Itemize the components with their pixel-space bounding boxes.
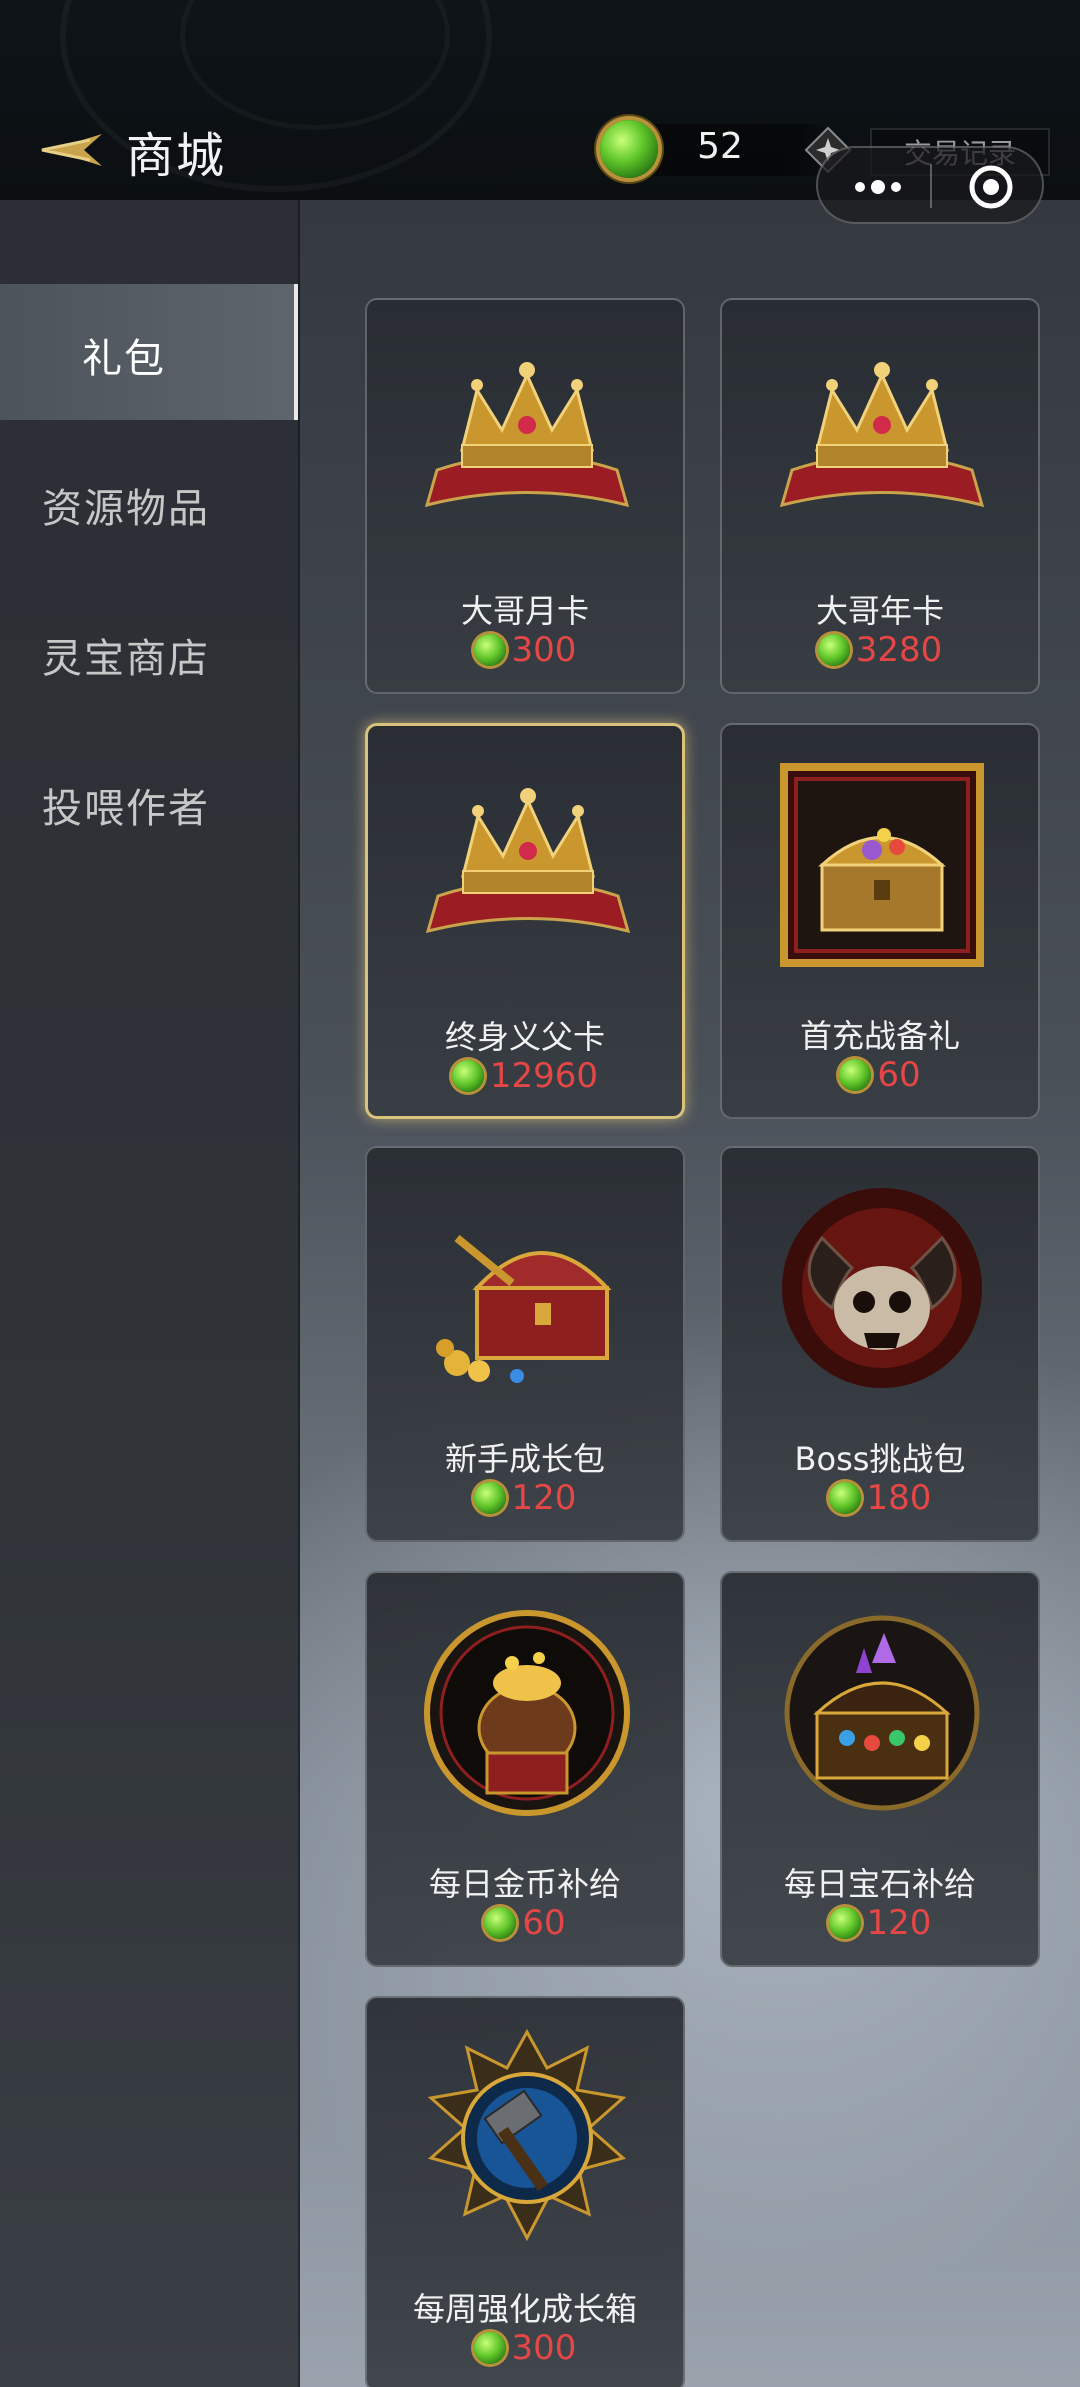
currency-value: 52 <box>697 126 743 167</box>
product-card[interactable]: 首充战备礼 60 <box>720 723 1040 1119</box>
price-value: 120 <box>866 1903 932 1943</box>
jade-gem-icon <box>451 1060 484 1092</box>
product-price: 120 <box>367 1478 683 1518</box>
product-price: 60 <box>722 1055 1038 1095</box>
price-value: 300 <box>511 2328 577 2368</box>
product-card[interactable]: Boss挑战包 180 <box>720 1146 1040 1542</box>
price-value: 60 <box>522 1903 566 1943</box>
capsule-divider <box>930 164 932 208</box>
product-price: 300 <box>367 630 683 670</box>
crown-icon <box>424 362 630 508</box>
more-menu-button[interactable] <box>848 170 928 204</box>
product-name: Boss挑战包 <box>794 1440 966 1478</box>
price-value: 300 <box>511 630 577 670</box>
crown-icon <box>779 362 985 508</box>
price-value: 60 <box>877 1055 921 1095</box>
back-arrow-icon <box>41 134 102 166</box>
sidebar-item-label: 灵宝商店 <box>42 636 210 682</box>
jade-gem-icon <box>473 634 506 666</box>
target-close-icon <box>969 165 1013 209</box>
price-value: 3280 <box>855 630 943 670</box>
category-sidebar: 礼包 资源物品 灵宝商店 投喂作者 <box>0 200 300 2387</box>
hammer-emblem-icon <box>427 2028 627 2242</box>
price-value: 180 <box>866 1478 932 1518</box>
product-price: 3280 <box>722 630 1038 670</box>
product-name: 大哥年卡 <box>815 592 944 630</box>
back-button[interactable] <box>28 120 108 180</box>
jade-gem-icon <box>473 2332 506 2364</box>
product-price: 12960 <box>368 1056 682 1096</box>
price-value: 120 <box>511 1478 577 1518</box>
product-name: 首充战备礼 <box>799 1017 960 1055</box>
close-miniprogram-button[interactable] <box>966 162 1016 212</box>
jade-gem-icon <box>473 1482 506 1514</box>
product-name: 每日宝石补给 <box>783 1865 976 1903</box>
jade-gem-icon <box>828 1482 861 1514</box>
treasure-chest-icon <box>436 1234 612 1383</box>
product-card[interactable]: 每日金币补给 60 <box>365 1571 685 1967</box>
jade-gem-icon <box>828 1907 861 1939</box>
gold-bag-icon <box>424 1610 630 1816</box>
product-card[interactable]: 大哥年卡 3280 <box>720 298 1040 694</box>
miniprogram-capsule <box>816 146 1044 224</box>
demon-skull-icon <box>782 1188 982 1388</box>
shop-page: 商城 52 交易记录 <box>0 0 1080 2387</box>
product-card-selected[interactable]: 终身义父卡 12960 <box>365 723 685 1119</box>
product-name: 每周强化成长箱 <box>412 2290 637 2328</box>
price-value: 12960 <box>489 1056 599 1096</box>
sidebar-item-label: 投喂作者 <box>42 786 210 832</box>
product-card[interactable]: 每周强化成长箱 300 <box>365 1996 685 2387</box>
product-card[interactable]: 大哥月卡 300 <box>365 298 685 694</box>
product-price: 300 <box>367 2328 683 2368</box>
jade-gem-icon <box>600 120 658 178</box>
sidebar-item-gift-packs[interactable]: 礼包 <box>0 284 298 420</box>
product-card[interactable]: 每日宝石补给 120 <box>720 1571 1040 1967</box>
jade-gem-icon <box>817 634 850 666</box>
product-name: 终身义父卡 <box>444 1018 605 1056</box>
sidebar-item-label: 礼包 <box>82 336 166 382</box>
sidebar-item-resources[interactable]: 资源物品 <box>0 434 298 570</box>
crown-icon <box>425 788 631 934</box>
jade-gem-icon <box>839 1059 872 1091</box>
treasure-chest-icon <box>780 763 984 967</box>
product-name: 每日金币补给 <box>428 1865 621 1903</box>
product-price: 180 <box>722 1478 1038 1518</box>
more-dots-icon <box>855 180 901 194</box>
jade-gem-icon <box>484 1907 517 1939</box>
gem-chest-icon <box>784 1615 980 1811</box>
product-card[interactable]: 新手成长包 120 <box>365 1146 685 1542</box>
product-name: 新手成长包 <box>444 1440 605 1478</box>
product-price: 120 <box>722 1903 1038 1943</box>
sidebar-item-feed-author[interactable]: 投喂作者 <box>0 734 298 870</box>
product-price: 60 <box>367 1903 683 1943</box>
sidebar-item-label: 资源物品 <box>42 486 210 532</box>
sidebar-item-lingbao-shop[interactable]: 灵宝商店 <box>0 584 298 720</box>
page-title: 商城 <box>126 128 227 184</box>
product-name: 大哥月卡 <box>460 592 589 630</box>
